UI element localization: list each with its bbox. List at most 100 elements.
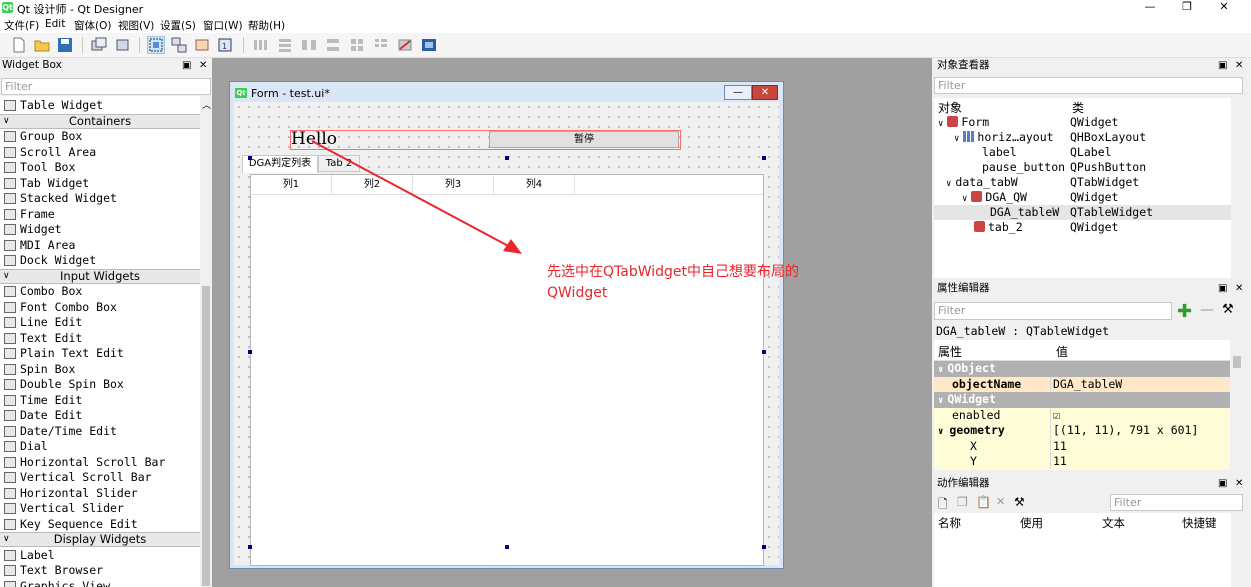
object-class: QHBoxLayout — [1070, 130, 1147, 144]
property-value[interactable]: 11 — [1053, 454, 1067, 469]
paste-icon: 📋 — [976, 495, 991, 509]
widget-object-icon — [947, 116, 959, 127]
wrench-icon: ⚒ — [1014, 495, 1025, 509]
property-value[interactable]: 11 — [1053, 439, 1067, 454]
property-filter[interactable]: Filter — [934, 302, 1172, 320]
remove-property-button[interactable]: — — [1200, 302, 1214, 318]
close-icon[interactable]: ✕ — [1235, 476, 1243, 491]
property-key: Y — [970, 454, 977, 468]
expand-arrow-icon[interactable]: ∨ — [962, 194, 967, 204]
minus-icon: — — [1200, 302, 1214, 318]
configure-action-button[interactable]: ⚒ — [1014, 495, 1025, 509]
configure-button[interactable]: ⚒ — [1222, 302, 1234, 317]
object-name: horiz…ayout — [977, 130, 1054, 144]
property-value[interactable]: [(11, 11), 791 x 601] — [1053, 423, 1198, 438]
object-name: tab_2 — [988, 220, 1023, 234]
header-shortcut: 快捷键 — [1182, 516, 1217, 530]
float-icon[interactable]: ▣ — [1218, 58, 1227, 73]
object-filter[interactable]: Filter — [934, 77, 1243, 94]
property-category[interactable]: ∨ QObject — [934, 361, 1230, 377]
object-tree-row[interactable]: label QLabel — [934, 145, 1231, 160]
chevron-down-icon: ∨ — [938, 365, 944, 375]
expand-arrow-icon[interactable]: ∨ — [946, 179, 951, 189]
object-name: DGA_tableW — [990, 205, 1060, 219]
property-editor-title: 属性编辑器 ▣ ✕ — [935, 281, 1251, 297]
copy-icon: ❐ — [957, 495, 968, 509]
float-icon[interactable]: ▣ — [1218, 476, 1227, 491]
object-tree: 对象 类 ∨ Form QWidget ∨ horiz…ayout QHBoxLayout… — [934, 98, 1231, 278]
header-class: 类 — [1072, 101, 1085, 115]
add-property-button[interactable]: ✚ — [1177, 301, 1192, 322]
header-value: 值 — [1056, 345, 1069, 359]
object-inspector-title: 对象查看器 ▣ ✕ — [935, 58, 1251, 74]
object-tree-row[interactable]: tab_2 QWidget — [934, 220, 1231, 235]
chevron-down-icon: ∨ — [938, 427, 944, 437]
object-inspector-title-text: 对象查看器 — [937, 59, 990, 71]
property-key: enabled — [952, 407, 1001, 422]
paste-action-button[interactable]: 📋 — [976, 495, 991, 509]
property-key: X — [970, 438, 977, 453]
property-key: QWidget — [947, 392, 996, 406]
object-class: QTableWidget — [1070, 205, 1154, 219]
object-tree-row[interactable]: ∨ DGA_QW QWidget — [934, 190, 1231, 205]
delete-action-button[interactable]: ✕ — [996, 495, 1005, 508]
object-name: label — [982, 145, 1017, 159]
object-tree-row[interactable]: ∨ Form QWidget — [934, 115, 1231, 130]
delete-icon: ✕ — [996, 495, 1006, 508]
property-value[interactable]: ☑ — [1053, 408, 1060, 423]
property-key: QObject — [947, 361, 996, 375]
header-object: 对象 — [938, 101, 963, 115]
plus-icon: ✚ — [1177, 301, 1193, 322]
object-name: pause_button — [982, 160, 1066, 174]
header-text: 文本 — [1102, 516, 1125, 530]
object-inspector-dock: 对象查看器 ▣ ✕ Filter 对象 类 ∨ Form QWidget ∨ horiz… — [932, 58, 1251, 280]
object-tree-row[interactable]: pause_button QPushButton — [934, 160, 1231, 175]
property-row[interactable]: X 11 — [934, 438, 1230, 454]
object-tree-row[interactable]: ∨ data_tabW QTabWidget — [934, 175, 1231, 190]
action-editor-title-text: 动作编辑器 — [937, 477, 990, 489]
property-subject: DGA_tableW : QTableWidget — [936, 324, 1110, 338]
action-list: 名称 使用 文本 快捷键 — [934, 513, 1231, 587]
object-tree-scrollbar[interactable] — [1231, 98, 1243, 278]
annotation-text: 先选中在QTabWidget中自己想要布局的 QWidget — [547, 262, 847, 304]
action-editor-dock: 动作编辑器 ▣ ✕ 🗋 ❐ 📋 ✕ ⚒ Filter 名称 使用 文本 快捷键 — [932, 475, 1251, 587]
property-value[interactable]: DGA_tableW — [1053, 377, 1122, 392]
property-scrollbar[interactable] — [1231, 354, 1243, 475]
object-class: QWidget — [1070, 190, 1119, 204]
object-class: QTabWidget — [1070, 175, 1140, 189]
object-name: Form — [961, 115, 990, 129]
property-row[interactable]: objectName DGA_tableW — [934, 376, 1230, 392]
property-editor-title-text: 属性编辑器 — [937, 282, 990, 294]
property-row[interactable]: Y 11 — [934, 454, 1230, 470]
property-category[interactable]: ∨ QWidget — [934, 392, 1230, 408]
object-tree-row[interactable]: DGA_tableW QTableWidget — [934, 205, 1231, 220]
action-filter[interactable]: Filter — [1110, 494, 1243, 511]
object-class: QPushButton — [1070, 160, 1147, 174]
wrench-icon: ⚒ — [1222, 302, 1234, 317]
object-class: QWidget — [1070, 115, 1119, 129]
expand-arrow-icon[interactable]: ∨ — [938, 119, 943, 129]
expand-arrow-icon[interactable]: ∨ — [954, 134, 959, 144]
float-icon[interactable]: ▣ — [1218, 281, 1227, 296]
header-property: 属性 — [938, 345, 963, 359]
object-class: QWidget — [1070, 220, 1119, 234]
object-tree-row[interactable]: ∨ horiz…ayout QHBoxLayout — [934, 130, 1231, 145]
header-used: 使用 — [1020, 516, 1043, 530]
property-key: geometry — [949, 423, 1005, 437]
close-icon[interactable]: ✕ — [1235, 58, 1243, 73]
close-icon[interactable]: ✕ — [1235, 281, 1243, 296]
property-row[interactable]: ∨ geometry [(11, 11), 791 x 601] — [934, 423, 1230, 439]
object-class: QLabel — [1070, 145, 1112, 159]
header-name: 名称 — [938, 516, 961, 530]
action-editor-title: 动作编辑器 ▣ ✕ — [935, 476, 1251, 492]
property-key: objectName — [952, 376, 1022, 391]
copy-action-button[interactable]: ❐ — [957, 495, 968, 509]
widget-object-icon — [971, 191, 983, 202]
annotation-line-2: QWidget — [547, 285, 608, 301]
annotation-line-1: 先选中在QTabWidget中自己想要布局的 — [547, 264, 800, 280]
property-row[interactable]: enabled ☑ — [934, 407, 1230, 423]
object-name: data_tabW — [955, 175, 1018, 189]
property-editor-dock: 属性编辑器 ▣ ✕ Filter ✚ — ⚒ DGA_tableW : QTab… — [932, 280, 1251, 475]
new-file-icon: 🗋 — [938, 497, 948, 511]
layout-icon — [963, 131, 975, 142]
